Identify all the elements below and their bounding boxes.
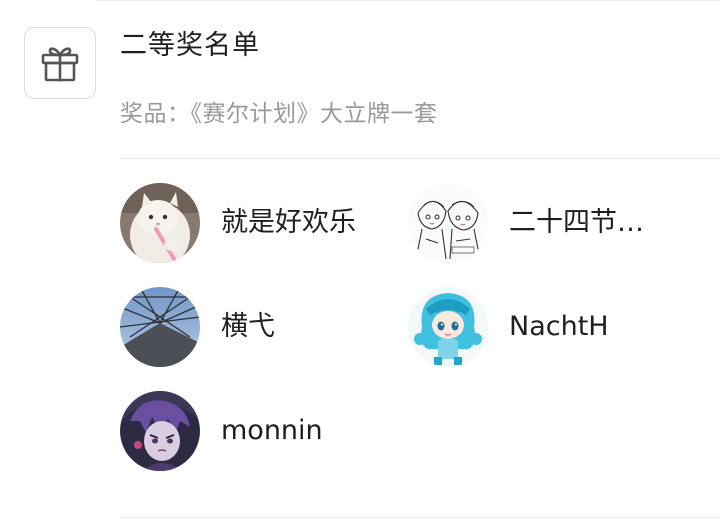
- winner-name: monnin: [221, 415, 323, 446]
- prize-description: 奖品：《赛尔计划》大立牌一套: [120, 101, 438, 127]
- prize-title: 二等奖名单: [120, 30, 260, 61]
- cat-toothbrush-avatar[interactable]: [120, 183, 200, 263]
- winner-name: NachtH: [509, 311, 609, 342]
- top-divider: [96, 0, 720, 1]
- winner-item[interactable]: 横弋: [120, 287, 275, 367]
- blue-hair-chibi-avatar[interactable]: [408, 287, 488, 367]
- winner-item[interactable]: NachtH: [408, 287, 609, 367]
- winner-item[interactable]: 二十四节…: [408, 183, 644, 263]
- section-divider: [120, 158, 720, 159]
- bottom-divider: [120, 517, 720, 518]
- winner-name: 就是好欢乐: [221, 207, 356, 238]
- anime-character-avatar[interactable]: [120, 391, 200, 471]
- sketch-girls-avatar[interactable]: [408, 183, 488, 263]
- winner-item[interactable]: monnin: [120, 391, 323, 471]
- winner-name: 横弋: [221, 311, 275, 342]
- gift-icon-box: [24, 27, 96, 99]
- prize-winners-panel: 二等奖名单 奖品：《赛尔计划》大立牌一套 就是好欢乐 二十四节… 横弋 Nach…: [0, 0, 720, 521]
- gift-icon: [41, 47, 79, 82]
- glass-roof-avatar[interactable]: [120, 287, 200, 367]
- winner-item[interactable]: 就是好欢乐: [120, 183, 356, 263]
- winner-name: 二十四节…: [509, 207, 644, 238]
